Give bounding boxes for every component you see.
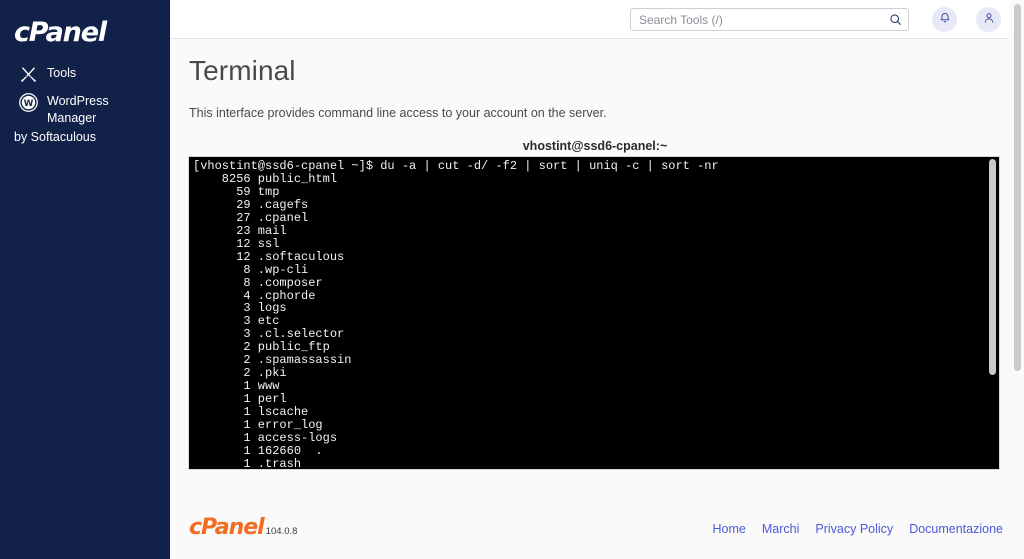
content-area: Terminal This interface provides command… xyxy=(170,39,1024,559)
footer-version: 104.0.8 xyxy=(265,526,298,537)
page-scrollbar[interactable] xyxy=(1009,0,1024,559)
footer-link-home[interactable]: Home xyxy=(713,522,746,536)
footer-link-privacy-policy[interactable]: Privacy Policy xyxy=(815,522,893,536)
tools-icon xyxy=(18,64,38,84)
footer-logo: cPanel 104.0.8 xyxy=(189,515,297,540)
terminal-output-line: 1 www xyxy=(193,379,280,394)
terminal-prompt-line: [vhostint@ssd6-cpanel ~]$ du -a | cut -d… xyxy=(193,159,719,173)
terminal-output-line: 8 .wp-cli xyxy=(193,262,309,277)
notifications-button[interactable] xyxy=(932,7,957,32)
user-icon xyxy=(983,11,995,29)
terminal-output-line: 3 logs xyxy=(193,301,287,316)
account-button[interactable] xyxy=(976,7,1001,32)
terminal-scrollbar-thumb[interactable] xyxy=(989,159,996,375)
sidebar-item-tools[interactable]: Tools xyxy=(0,60,170,88)
svg-text:W: W xyxy=(23,98,33,108)
terminal-output-line: 8 .composer xyxy=(193,275,323,290)
page-scrollbar-thumb[interactable] xyxy=(1014,4,1021,371)
terminal-output-line: 4 .cphorde xyxy=(193,288,316,303)
terminal-output-line: 8256 public_html xyxy=(193,171,338,186)
footer-cpanel-logo: cPanel xyxy=(189,515,265,540)
sidebar-item-tools-label: Tools xyxy=(47,66,77,80)
terminal-output-line: 59 tmp xyxy=(193,184,280,199)
terminal-output-line: 1 .trash xyxy=(193,456,302,470)
cpanel-terminal-page: cPanel Tools W WordPress Manager by Soft… xyxy=(0,0,1024,559)
bell-icon xyxy=(939,11,951,29)
footer-link-documentazione[interactable]: Documentazione xyxy=(909,522,1003,536)
terminal-window[interactable]: [vhostint@ssd6-cpanel ~]$ du -a | cut -d… xyxy=(188,156,1000,470)
terminal-session-title: vhostint@ssd6-cpanel:~ xyxy=(522,139,668,153)
cpanel-logo: cPanel xyxy=(14,17,107,48)
footer-links: Home Marchi Privacy Policy Documentazion… xyxy=(713,522,1003,536)
search-icon[interactable] xyxy=(882,9,908,30)
sidebar-item-wordpress-manager-sublabel: by Softaculous xyxy=(14,130,96,144)
page-description: This interface provides command line acc… xyxy=(189,106,607,120)
terminal-output-line: 1 perl xyxy=(193,392,287,407)
top-header xyxy=(170,0,1024,39)
terminal-output-line: 27 .cpanel xyxy=(193,210,309,225)
terminal-output: [vhostint@ssd6-cpanel ~]$ du -a | cut -d… xyxy=(193,159,985,470)
footer-link-marchi[interactable]: Marchi xyxy=(762,522,800,536)
sidebar: cPanel Tools W WordPress Manager by Soft… xyxy=(0,0,170,559)
terminal-output-line: 29 .cagefs xyxy=(193,197,309,212)
terminal-output-line: 12 ssl xyxy=(193,236,280,251)
terminal-scrollbar[interactable] xyxy=(985,157,999,469)
page-title: Terminal xyxy=(189,55,296,86)
wordpress-icon: W xyxy=(18,92,38,112)
terminal-output-line: 2 .pki xyxy=(193,366,287,381)
terminal-output-line: 12 .softaculous xyxy=(193,249,345,264)
search-box[interactable] xyxy=(630,8,909,31)
sidebar-item-wordpress-manager-label: WordPress Manager xyxy=(47,94,109,125)
terminal-output-line: 23 mail xyxy=(193,223,287,238)
sidebar-item-wordpress-manager[interactable]: W WordPress Manager xyxy=(0,88,170,131)
terminal-output-line: 2 .spamassassin xyxy=(193,353,352,368)
search-input[interactable] xyxy=(631,9,882,30)
sidebar-nav: Tools W WordPress Manager by Softaculous xyxy=(0,60,170,146)
footer: cPanel 104.0.8 Home Marchi Privacy Polic… xyxy=(170,487,1024,559)
terminal-output-line: 1 162660 . xyxy=(193,443,323,458)
